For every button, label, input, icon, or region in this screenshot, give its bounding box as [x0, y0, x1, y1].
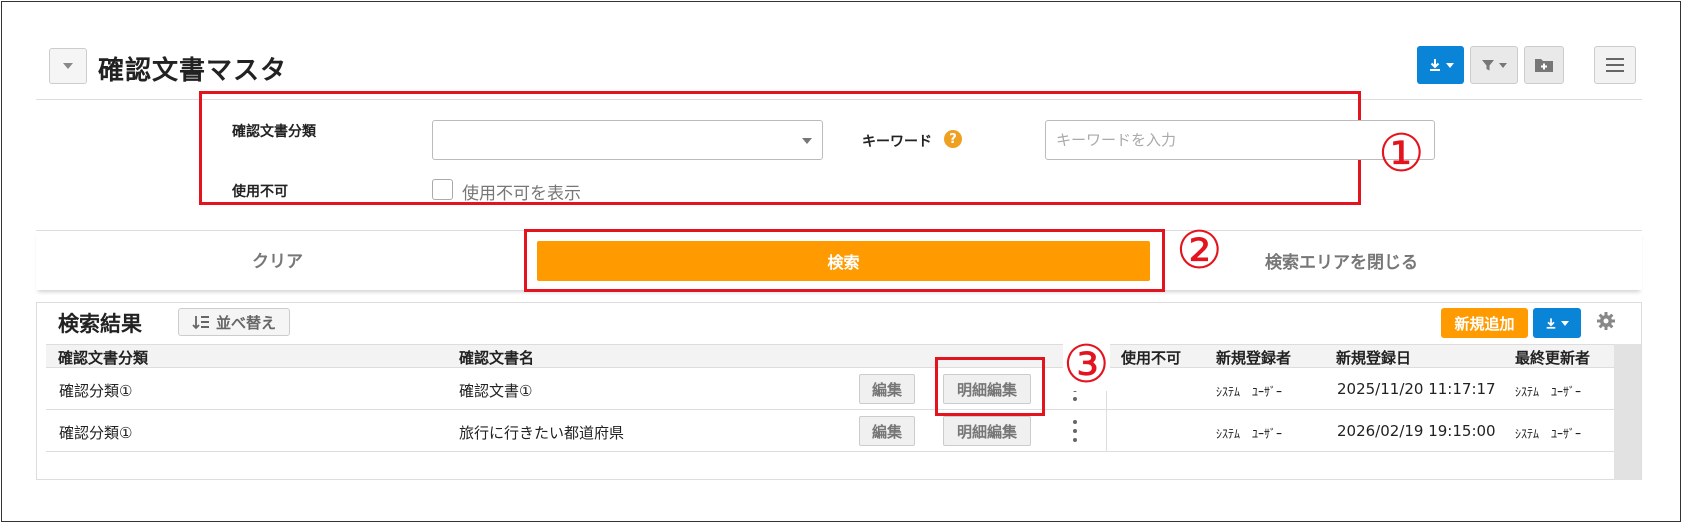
sort-button[interactable]: 並べ替え — [178, 308, 290, 336]
cell-created-by: ｼｽﾃﾑ ﾕｰｻﾞｰ — [1216, 385, 1283, 399]
cell-category: 確認分類① — [59, 424, 133, 442]
results-title: 検索結果 — [58, 312, 142, 336]
cell-category: 確認分類① — [59, 382, 133, 400]
column-header-created-by[interactable]: 新規登録者 — [1216, 347, 1291, 368]
cell-name: 旅行に行きたい都道府県 — [459, 424, 625, 442]
keyword-input[interactable] — [1045, 120, 1435, 160]
column-header-created-at[interactable]: 新規登録日 — [1336, 347, 1411, 368]
chevron-down-icon — [802, 138, 812, 144]
disabled-label: 使用不可 — [232, 184, 288, 200]
show-disabled-checkbox-label[interactable]: 使用不可を表示 — [462, 179, 581, 204]
kebab-icon[interactable] — [1072, 420, 1078, 442]
vertical-scrollbar[interactable] — [1614, 344, 1641, 480]
add-folder-button[interactable] — [1524, 46, 1564, 84]
show-disabled-checkbox[interactable] — [432, 179, 453, 200]
annotation-marker-3: ③ — [1063, 335, 1110, 395]
column-header-category[interactable]: 確認文書分類 — [58, 347, 148, 368]
cell-updated-by: ｼｽﾃﾑ ﾕｰｻﾞｰ — [1515, 427, 1582, 441]
column-header-disabled[interactable]: 使用不可 — [1121, 347, 1181, 368]
main-menu-button[interactable] — [1594, 46, 1636, 84]
edit-button[interactable]: 編集 — [859, 416, 915, 446]
collapse-toggle-button[interactable] — [49, 48, 87, 84]
gear-icon[interactable] — [1596, 311, 1616, 331]
annotation-marker-2: ② — [1176, 221, 1223, 281]
help-icon[interactable]: ? — [944, 130, 962, 148]
cell-name: 確認文書① — [459, 382, 533, 400]
search-button[interactable]: 検索 — [537, 241, 1150, 281]
column-header-updated-by[interactable]: 最終更新者 — [1515, 347, 1590, 368]
keyword-label: キーワード — [862, 134, 932, 150]
download-icon — [1546, 317, 1556, 329]
category-label: 確認文書分類 — [232, 124, 316, 140]
cell-created-at: 2026/02/19 19:15:00 — [1337, 422, 1496, 440]
download-icon — [1429, 59, 1440, 71]
cell-created-at: 2025/11/20 11:17:17 — [1337, 380, 1496, 398]
edit-button[interactable]: 編集 — [859, 374, 915, 404]
results-download-button[interactable] — [1533, 308, 1581, 338]
add-new-button[interactable]: 新規追加 — [1441, 308, 1528, 338]
cell-created-by: ｼｽﾃﾑ ﾕｰｻﾞｰ — [1216, 427, 1283, 441]
cell-updated-by: ｼｽﾃﾑ ﾕｰｻﾞｰ — [1515, 385, 1582, 399]
page-title: 確認文書マスタ — [98, 56, 288, 86]
caret-down-icon — [1445, 62, 1454, 68]
clear-button[interactable]: クリア — [252, 247, 303, 272]
download-menu-button[interactable] — [1417, 46, 1464, 84]
sort-button-label: 並べ替え — [215, 313, 276, 332]
filter-menu-button[interactable] — [1470, 46, 1518, 84]
chevron-down-icon — [63, 63, 73, 69]
column-header-name[interactable]: 確認文書名 — [459, 347, 534, 368]
annotation-box-3 — [935, 357, 1045, 416]
hamburger-icon — [1606, 58, 1624, 72]
detail-edit-button[interactable]: 明細編集 — [943, 416, 1031, 446]
caret-down-icon — [1499, 62, 1507, 68]
sort-icon — [192, 316, 209, 330]
caret-down-icon — [1561, 320, 1569, 326]
filter-icon — [1482, 60, 1494, 71]
category-select[interactable] — [432, 120, 823, 160]
folder-add-icon — [1535, 59, 1553, 72]
annotation-marker-1: ① — [1378, 124, 1425, 184]
close-search-area-button[interactable]: 検索エリアを閉じる — [1265, 248, 1418, 273]
